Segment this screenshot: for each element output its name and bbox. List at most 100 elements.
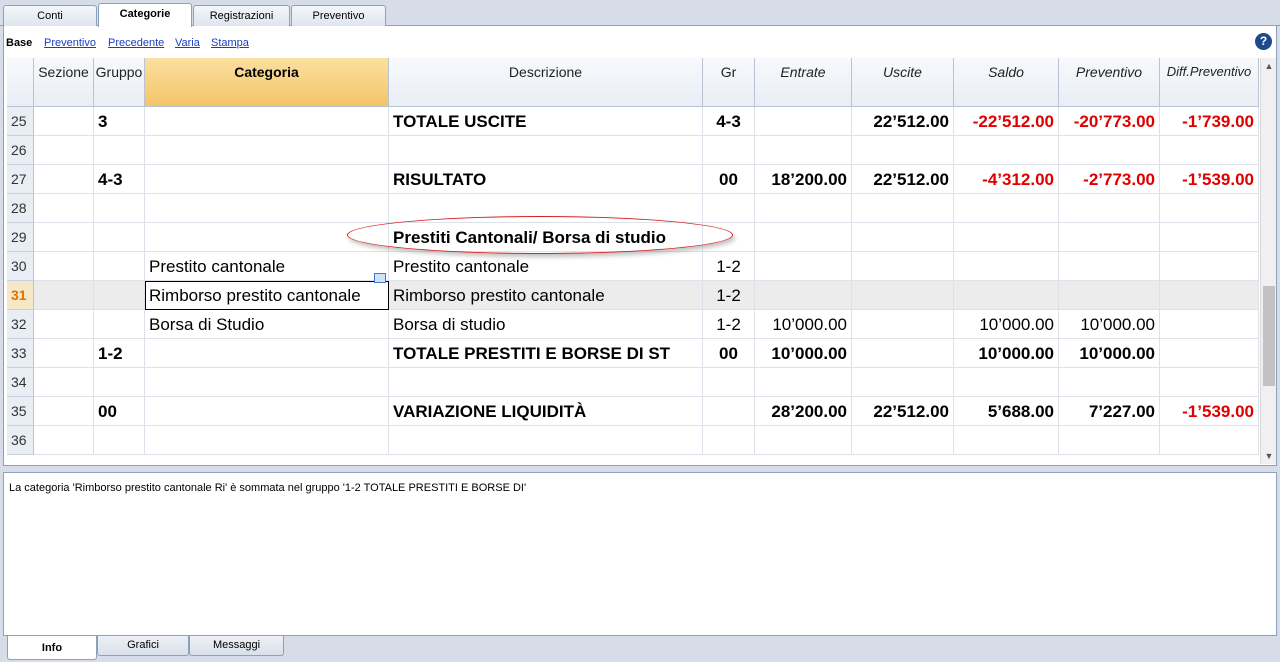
cell-saldo[interactable]: 10’000.00 — [954, 339, 1059, 368]
cell-uscite[interactable] — [852, 252, 954, 281]
cell-sezione[interactable] — [34, 339, 94, 368]
cell-gr[interactable] — [703, 397, 755, 426]
cell-saldo[interactable] — [954, 252, 1059, 281]
cell-diff[interactable] — [1160, 252, 1259, 281]
cell-entrate[interactable] — [755, 136, 852, 165]
cell-gr[interactable] — [703, 368, 755, 397]
cell-gr[interactable]: 1-2 — [703, 310, 755, 339]
cell-diff[interactable] — [1160, 223, 1259, 252]
cell-gruppo[interactable]: 00 — [94, 397, 145, 426]
col-header-gruppo[interactable]: Gruppo — [94, 58, 145, 107]
cell-gruppo[interactable] — [94, 252, 145, 281]
cell-entrate[interactable] — [755, 281, 852, 310]
cell-descrizione[interactable]: Rimborso prestito cantonale — [389, 281, 703, 310]
row-number[interactable]: 26 — [7, 136, 34, 165]
cell-diff[interactable] — [1160, 310, 1259, 339]
cell-uscite[interactable] — [852, 281, 954, 310]
cell-saldo[interactable] — [954, 368, 1059, 397]
cell-diff[interactable]: -1’739.00 — [1160, 107, 1259, 136]
cell-descrizione[interactable]: TOTALE USCITE — [389, 107, 703, 136]
view-varia[interactable]: Varia — [175, 37, 200, 49]
cell-saldo[interactable] — [954, 223, 1059, 252]
cell-gruppo[interactable] — [94, 310, 145, 339]
cell-gr[interactable]: 1-2 — [703, 252, 755, 281]
help-icon[interactable]: ? — [1255, 33, 1272, 50]
cell-preventivo[interactable] — [1059, 426, 1160, 455]
tab-preventivo[interactable]: Preventivo — [291, 5, 386, 26]
cell-categoria[interactable] — [145, 165, 389, 194]
col-header-saldo[interactable]: Saldo — [954, 58, 1059, 107]
cell-diff[interactable] — [1160, 368, 1259, 397]
cell-entrate[interactable] — [755, 223, 852, 252]
tab-messaggi[interactable]: Messaggi — [189, 636, 284, 656]
cell-gr[interactable]: 00 — [703, 339, 755, 368]
cell-gr[interactable]: 4-3 — [703, 107, 755, 136]
cell-diff[interactable] — [1160, 281, 1259, 310]
cell-gruppo[interactable] — [94, 426, 145, 455]
cell-entrate[interactable] — [755, 426, 852, 455]
tab-conti[interactable]: Conti — [3, 5, 97, 26]
cell-sezione[interactable] — [34, 252, 94, 281]
cell-gruppo[interactable]: 4-3 — [94, 165, 145, 194]
cell-entrate[interactable] — [755, 107, 852, 136]
cell-gr[interactable]: 1-2 — [703, 281, 755, 310]
cell-preventivo[interactable]: -20’773.00 — [1059, 107, 1160, 136]
cell-uscite[interactable] — [852, 223, 954, 252]
cell-preventivo[interactable] — [1059, 368, 1160, 397]
cell-uscite[interactable] — [852, 339, 954, 368]
cell-uscite[interactable] — [852, 426, 954, 455]
cell-saldo[interactable]: -22’512.00 — [954, 107, 1059, 136]
col-header-sezione[interactable]: Sezione — [34, 58, 94, 107]
row-number[interactable]: 35 — [7, 397, 34, 426]
cell-categoria[interactable] — [145, 426, 389, 455]
tab-grafici[interactable]: Grafici — [97, 636, 189, 656]
scroll-up-icon[interactable]: ▲ — [1261, 58, 1277, 74]
cell-sezione[interactable] — [34, 136, 94, 165]
col-header-uscite[interactable]: Uscite — [852, 58, 954, 107]
cell-uscite[interactable]: 22’512.00 — [852, 107, 954, 136]
cell-preventivo[interactable] — [1059, 194, 1160, 223]
cell-preventivo[interactable] — [1059, 281, 1160, 310]
cell-categoria[interactable] — [145, 136, 389, 165]
cell-sezione[interactable] — [34, 310, 94, 339]
row-number[interactable]: 28 — [7, 194, 34, 223]
cell-categoria[interactable] — [145, 397, 389, 426]
cell-diff[interactable] — [1160, 136, 1259, 165]
cell-sezione[interactable] — [34, 107, 94, 136]
cell-gruppo[interactable]: 1-2 — [94, 339, 145, 368]
cell-entrate[interactable]: 18’200.00 — [755, 165, 852, 194]
cell-saldo[interactable]: 5’688.00 — [954, 397, 1059, 426]
cell-diff[interactable] — [1160, 426, 1259, 455]
view-precedente[interactable]: Precedente — [108, 37, 164, 49]
cell-preventivo[interactable]: 7’227.00 — [1059, 397, 1160, 426]
cell-sezione[interactable] — [34, 368, 94, 397]
cell-descrizione[interactable]: RISULTATO — [389, 165, 703, 194]
cell-sezione[interactable] — [34, 194, 94, 223]
cell-entrate[interactable]: 10’000.00 — [755, 310, 852, 339]
row-number[interactable]: 29 — [7, 223, 34, 252]
cell-preventivo[interactable] — [1059, 252, 1160, 281]
tab-info[interactable]: Info — [7, 636, 97, 660]
cell-preventivo[interactable]: -2’773.00 — [1059, 165, 1160, 194]
row-number[interactable]: 27 — [7, 165, 34, 194]
row-number[interactable]: 31 — [7, 281, 34, 310]
row-number[interactable]: 34 — [7, 368, 34, 397]
view-preventivo[interactable]: Preventivo — [44, 37, 96, 49]
cell-uscite[interactable]: 22’512.00 — [852, 397, 954, 426]
cell-preventivo[interactable]: 10’000.00 — [1059, 310, 1160, 339]
cell-preventivo[interactable]: 10’000.00 — [1059, 339, 1160, 368]
col-header-entrate[interactable]: Entrate — [755, 58, 852, 107]
cell-categoria[interactable] — [145, 107, 389, 136]
vertical-scrollbar[interactable]: ▲ ▼ — [1260, 58, 1276, 464]
cell-gruppo[interactable] — [94, 223, 145, 252]
view-stampa[interactable]: Stampa — [211, 37, 249, 49]
cell-descrizione[interactable] — [389, 426, 703, 455]
cell-diff[interactable] — [1160, 194, 1259, 223]
col-header-preventivo[interactable]: Preventivo — [1059, 58, 1160, 107]
cell-categoria[interactable] — [145, 194, 389, 223]
cell-descrizione[interactable] — [389, 136, 703, 165]
tab-categorie[interactable]: Categorie — [98, 3, 192, 27]
cell-saldo[interactable] — [954, 426, 1059, 455]
cell-saldo[interactable] — [954, 281, 1059, 310]
cell-uscite[interactable] — [852, 310, 954, 339]
